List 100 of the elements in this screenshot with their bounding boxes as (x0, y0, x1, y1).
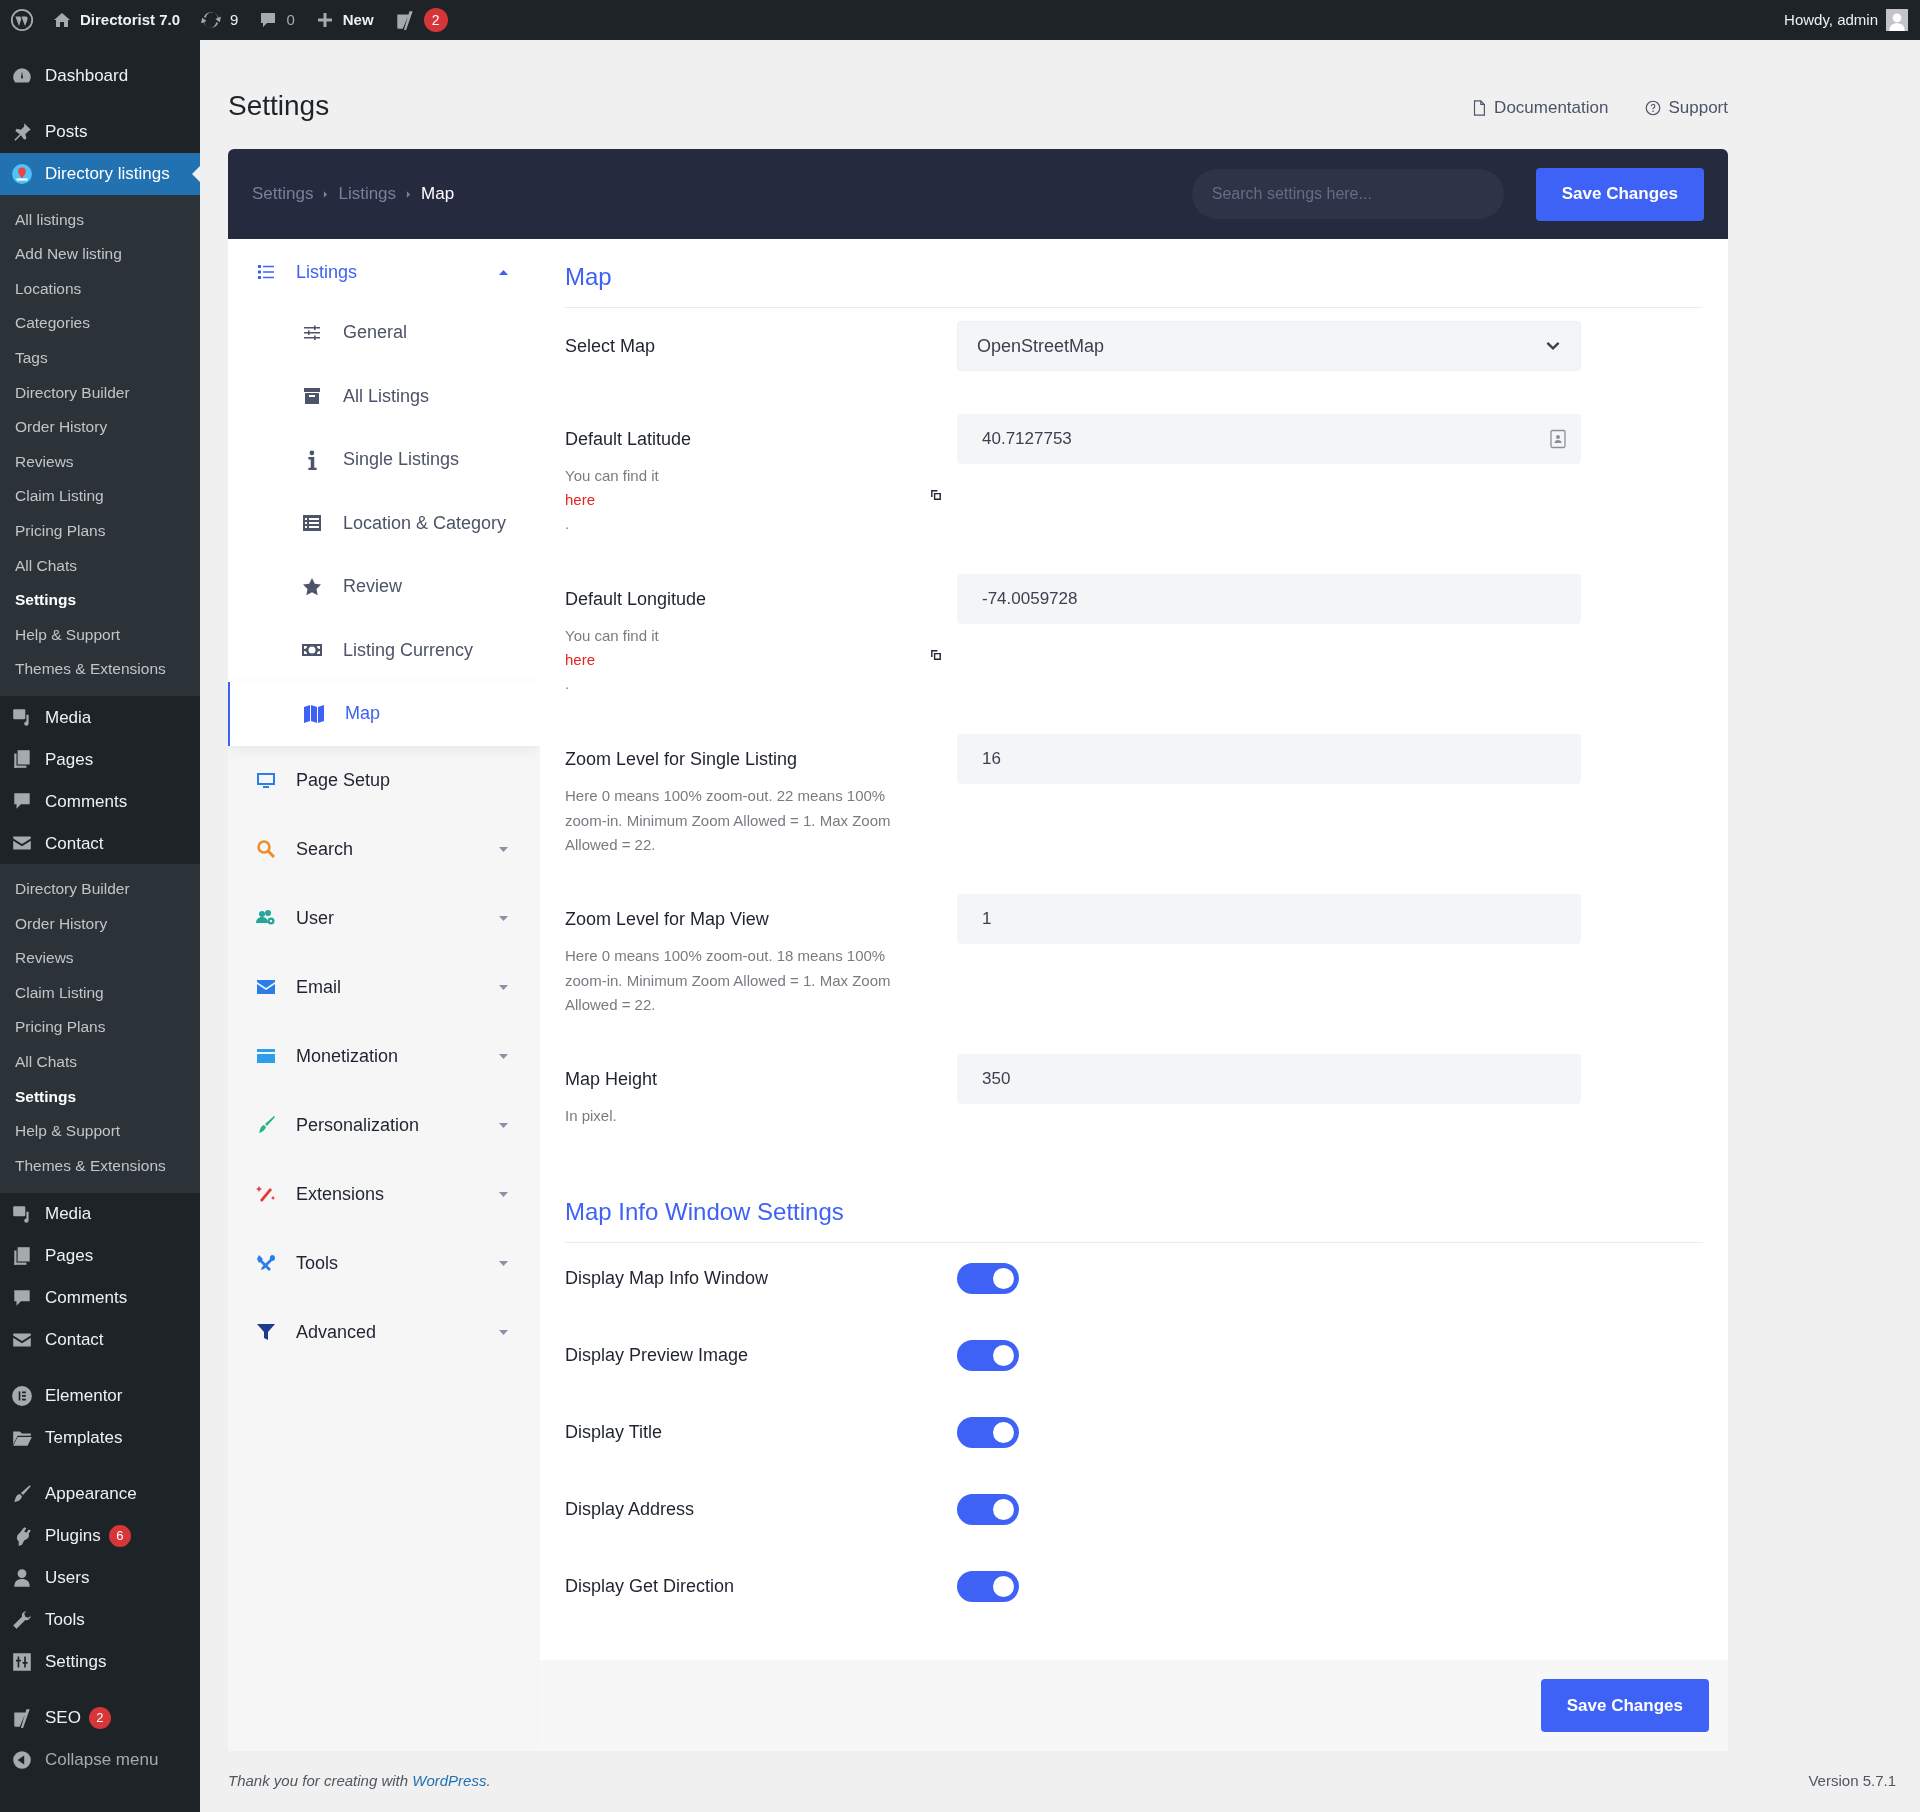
menu-item[interactable]: Pages (0, 1234, 200, 1277)
nav-subitem[interactable]: Single Listings (228, 428, 540, 492)
menu-item[interactable]: Comments (0, 780, 200, 823)
map-select[interactable]: OpenStreetMap (957, 321, 1581, 371)
menu-item[interactable]: Contact (0, 822, 200, 865)
nav-item[interactable]: Page Setup (228, 745, 540, 815)
nav-item[interactable]: Tools (228, 1228, 540, 1298)
nav-item[interactable]: Search (228, 814, 540, 884)
submenu-item[interactable]: All listings (0, 202, 200, 237)
help-link[interactable]: here (565, 648, 596, 672)
menu-item[interactable]: Comments (0, 1276, 200, 1319)
input-field[interactable]: -74.0059728 (957, 574, 1581, 624)
menu-item[interactable]: Media (0, 696, 200, 739)
site-link[interactable]: Directorist 7.0 (52, 8, 181, 32)
nav-subitem[interactable]: Map (228, 682, 540, 746)
submenu-item[interactable]: Order History (0, 905, 200, 941)
menu-item[interactable]: Plugins 6 (0, 1514, 200, 1557)
collapse-menu-button[interactable]: Collapse menu (0, 1738, 200, 1781)
submenu-item[interactable]: Directory Builder (0, 374, 200, 410)
menu-item[interactable]: SEO 2 (0, 1696, 200, 1739)
menu-item[interactable]: Settings (0, 1640, 200, 1683)
input-field[interactable]: 350 (957, 1054, 1581, 1104)
help-text: Here 0 means 100% zoom-out. 18 means 100% zoom-in. Minimum Zoom Allowed = 1. Max Zoom Allowed = 22. (565, 946, 892, 1015)
new-label: New (342, 9, 374, 30)
help-icon (1644, 98, 1663, 117)
save-button[interactable]: Save Changes (1540, 1679, 1709, 1732)
submenu-item[interactable]: Order History (0, 409, 200, 445)
header-link[interactable]: Documentation (1470, 94, 1609, 121)
submenu-item[interactable]: Categories (0, 305, 200, 341)
field-label: Display Address (565, 1498, 696, 1521)
submenu-item[interactable]: Reviews (0, 940, 200, 976)
submenu-item[interactable]: Settings (0, 1078, 200, 1114)
nav-item[interactable]: Listings (228, 243, 540, 301)
nav-subitem[interactable]: Review (228, 555, 540, 619)
submenu-item[interactable]: Tags (0, 340, 200, 375)
submenu-item[interactable]: Themes & Extensions (0, 1148, 200, 1183)
submenu-item[interactable]: All Chats (0, 547, 200, 583)
submenu-item[interactable]: Help & Support (0, 617, 200, 652)
toggle-switch[interactable] (957, 1263, 1019, 1294)
submenu-item[interactable]: Claim Listing (0, 975, 200, 1010)
menu-item[interactable]: Appearance (0, 1472, 200, 1515)
comments-link[interactable]: 0 (258, 8, 295, 32)
submenu-item[interactable]: Reviews (0, 444, 200, 479)
updates-link[interactable]: 9 (200, 8, 239, 32)
submenu-item[interactable]: Help & Support (0, 1113, 200, 1149)
menu-item[interactable]: Users (0, 1556, 200, 1599)
menu-item[interactable]: Pages (0, 738, 200, 781)
menu-item[interactable]: Contact (0, 1318, 200, 1361)
menu-item[interactable]: Dashboard (0, 55, 200, 97)
submenu-item[interactable]: Add New listing (0, 236, 200, 272)
count-badge: 2 (88, 1706, 111, 1729)
nav-subitem[interactable]: Location & Category (228, 491, 540, 555)
input-field[interactable]: 40.7127753 (957, 414, 1581, 464)
pages-icon (11, 1244, 33, 1267)
toggle-switch[interactable] (957, 1417, 1019, 1448)
submenu-item[interactable]: Claim Listing (0, 478, 200, 514)
nav-item[interactable]: Advanced (228, 1297, 540, 1367)
account-menu[interactable]: Howdy, admin (1784, 8, 1910, 32)
menu-item[interactable]: Elementor (0, 1374, 200, 1417)
seo-link[interactable]: 2 (393, 8, 448, 32)
new-link[interactable]: New (314, 8, 374, 32)
menu-item[interactable]: Posts (0, 111, 200, 153)
breadcrumb-link[interactable]: Listings (338, 181, 397, 207)
menu-item[interactable]: Directory listings (0, 153, 200, 195)
menu-item[interactable]: Templates (0, 1416, 200, 1459)
nav-item[interactable]: Monetization (228, 1021, 540, 1091)
submenu-item[interactable]: Directory Builder (0, 871, 200, 906)
pointer-arrow (192, 166, 200, 182)
nav-item[interactable]: User (228, 883, 540, 953)
nav-subitem[interactable]: General (228, 301, 540, 365)
search-icon (256, 839, 276, 859)
contact-card-icon (1548, 429, 1568, 449)
submenu-item[interactable]: Locations (0, 271, 200, 306)
toggle-switch[interactable] (957, 1340, 1019, 1371)
help-link[interactable]: here (565, 488, 596, 512)
submenu-item[interactable]: Pricing Plans (0, 513, 200, 548)
toggle-switch[interactable] (957, 1494, 1019, 1525)
envelope-icon (256, 977, 276, 997)
breadcrumb-link[interactable]: Settings (252, 181, 314, 207)
submenu-item[interactable]: Themes & Extensions (0, 651, 200, 687)
menu-item[interactable]: Tools (0, 1598, 200, 1641)
nav-item[interactable]: Extensions (228, 1159, 540, 1229)
wrench-icon (11, 1608, 33, 1631)
nav-item[interactable]: Email (228, 952, 540, 1022)
nav-item[interactable]: Personalization (228, 1090, 540, 1160)
save-button[interactable]: Save Changes (1535, 167, 1704, 221)
input-field[interactable]: 1 (957, 894, 1581, 944)
credit-card-icon (256, 1046, 276, 1066)
submenu-item[interactable]: Settings (0, 582, 200, 618)
menu-item[interactable]: Media (0, 1192, 200, 1235)
input-field[interactable]: 16 (957, 734, 1581, 784)
header-link[interactable]: Support (1644, 94, 1728, 121)
submenu-item[interactable]: Pricing Plans (0, 1009, 200, 1045)
nav-subitem[interactable]: Listing Currency (228, 618, 540, 682)
toggle-switch[interactable] (957, 1571, 1019, 1602)
search-field[interactable]: Search settings here... (1191, 169, 1504, 219)
help-text: In pixel. (565, 1106, 618, 1126)
submenu-item[interactable]: All Chats (0, 1044, 200, 1079)
nav-subitem[interactable]: All Listings (228, 364, 540, 428)
field-label: Map Height (565, 1068, 659, 1091)
